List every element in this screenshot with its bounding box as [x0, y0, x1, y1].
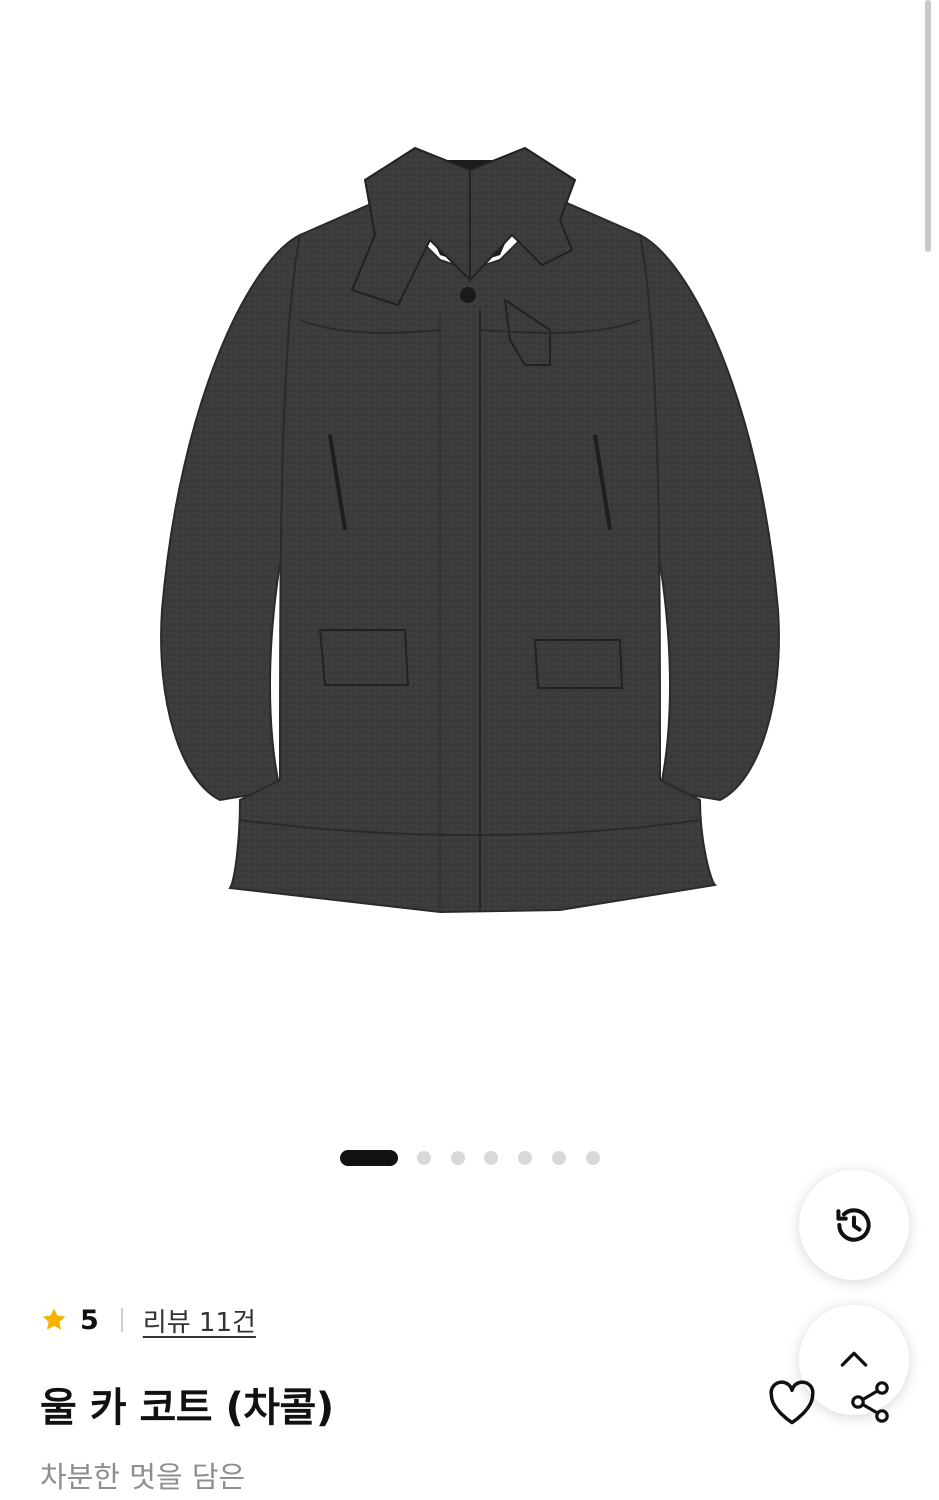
heart-icon[interactable] [766, 1378, 818, 1426]
product-image-gallery[interactable] [0, 0, 939, 1130]
history-icon [836, 1208, 871, 1242]
product-detail-page: 5 리뷰 11건 울 카 코트 (차콜) 차분한 멋을 담은 [0, 0, 939, 1500]
carousel-indicator [0, 1150, 939, 1166]
share-icon[interactable] [846, 1378, 894, 1426]
carousel-dot[interactable] [586, 1151, 600, 1165]
recently-viewed-button[interactable] [799, 1170, 909, 1280]
product-title: 울 카 코트 (차콜) [40, 1385, 334, 1431]
carousel-dot[interactable] [484, 1151, 498, 1165]
carousel-dot[interactable] [417, 1151, 431, 1165]
chevron-up-icon [840, 1351, 868, 1367]
carousel-dot-active[interactable] [340, 1150, 398, 1166]
carousel-dot[interactable] [451, 1151, 465, 1165]
carousel-dot[interactable] [552, 1151, 566, 1165]
product-subtitle: 차분한 멋을 담은 [40, 1460, 246, 1494]
carousel-dot[interactable] [518, 1151, 532, 1165]
rating-value: 5 [80, 1304, 99, 1336]
scrollbar[interactable] [924, 0, 932, 252]
coat-image [160, 146, 780, 914]
review-count-link[interactable]: 리뷰 11건 [143, 1302, 256, 1339]
rating-row: 5 리뷰 11건 [40, 1302, 256, 1338]
divider [120, 1308, 123, 1332]
scrollbar-thumb[interactable] [925, 0, 931, 252]
star-icon [42, 1308, 66, 1330]
